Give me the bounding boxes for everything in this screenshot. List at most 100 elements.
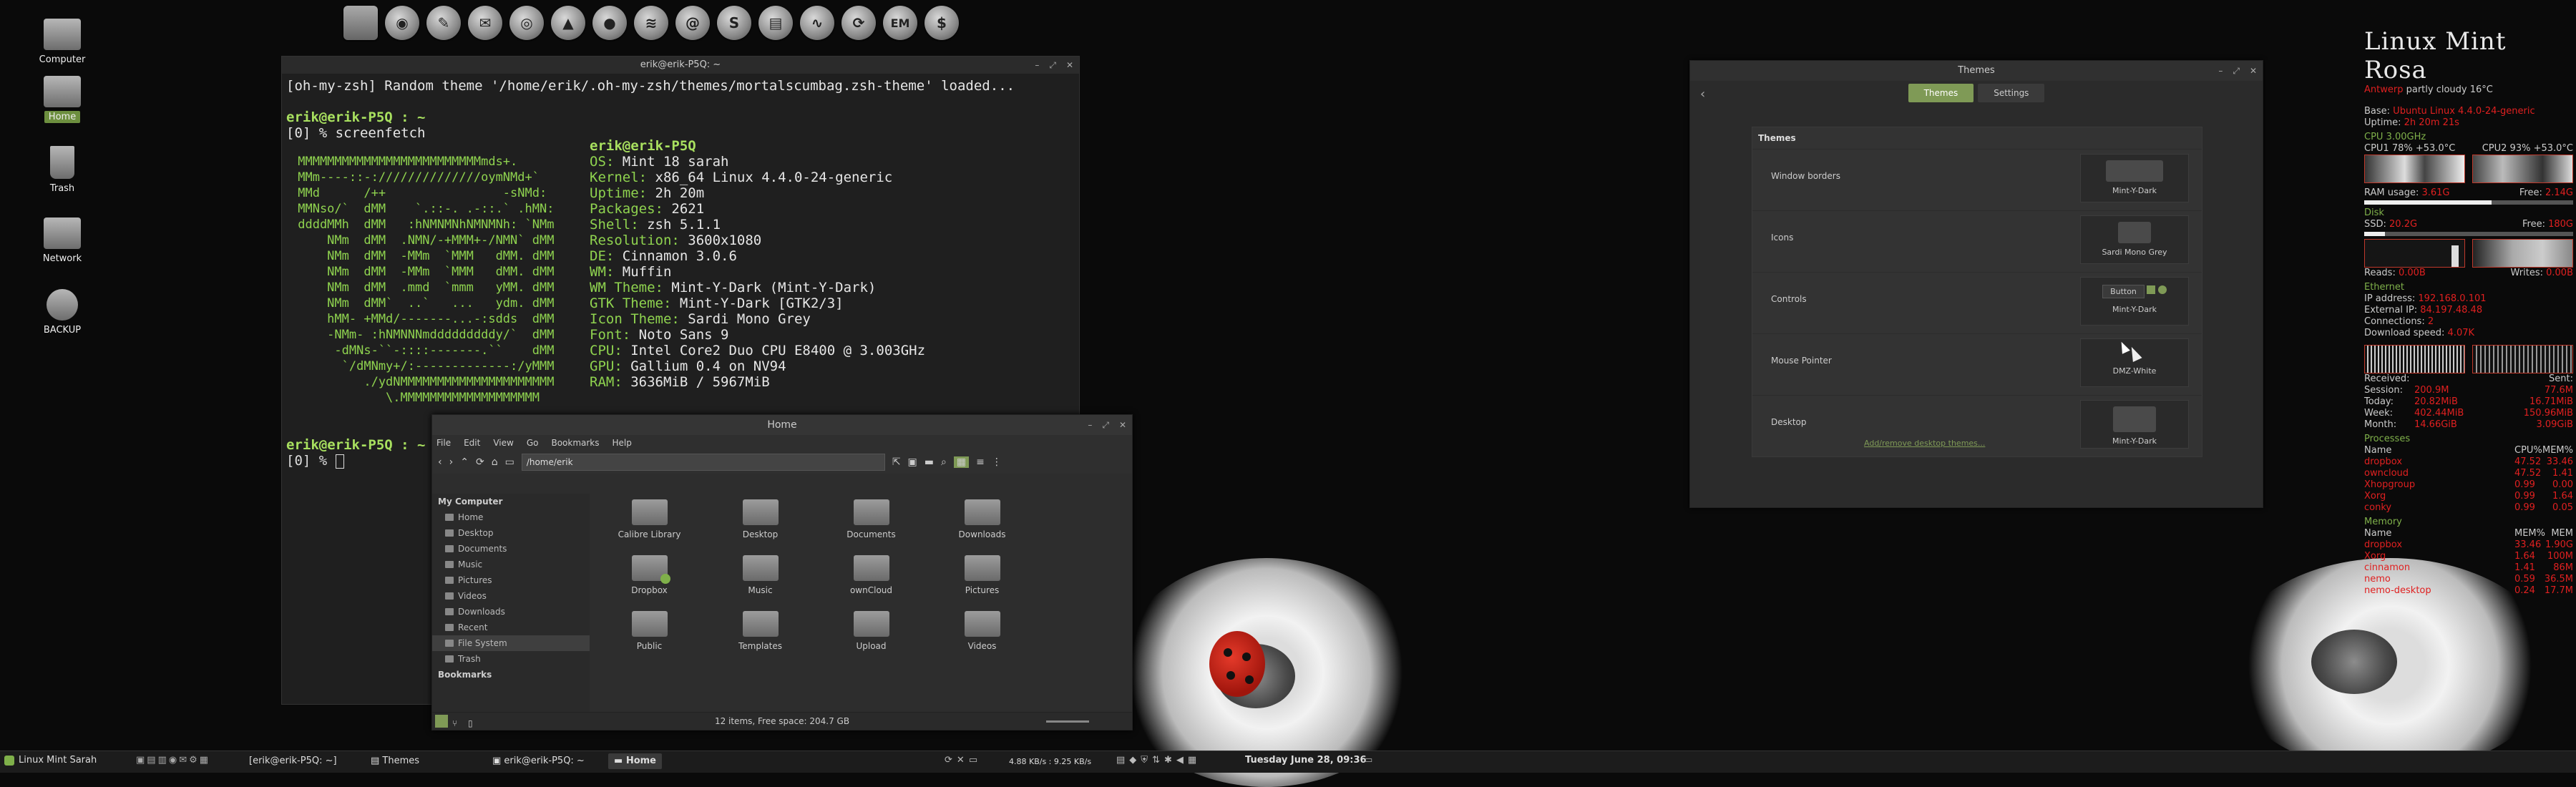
calendar-icon[interactable]: ▦ (1188, 755, 1201, 766)
bluetooth-icon[interactable]: ✱ (1164, 755, 1176, 766)
theme-chooser-button[interactable]: Button Mint-Y-Dark (2080, 277, 2189, 326)
desktop-icon-network[interactable]: Network (23, 217, 102, 264)
computer-icon[interactable]: ▭ (505, 456, 514, 468)
sidebar-hide-icon[interactable]: ▯ (468, 715, 473, 732)
sidebar-tree-icon[interactable]: ⑂ (452, 715, 457, 732)
folder-item[interactable]: Downloads (927, 494, 1038, 549)
add-remove-desktop-themes-link[interactable]: Add/remove desktop themes... (1864, 439, 1985, 448)
sidebar-places-icon[interactable] (435, 715, 448, 728)
folder-item[interactable]: ownCloud (816, 549, 927, 605)
close-icon[interactable]: ✕ (957, 755, 969, 766)
clock[interactable]: Tuesday June 28, 09:36 (1245, 755, 1367, 766)
folder-item[interactable]: Upload (816, 605, 927, 661)
maximize-icon[interactable]: ⤢ (1102, 415, 1109, 435)
back-icon[interactable]: ‹ (438, 456, 442, 468)
thunderbird-icon[interactable]: ✉ (468, 6, 502, 40)
volume-icon[interactable]: ◀ (1176, 755, 1188, 766)
chrome-icon[interactable]: ◎ (509, 6, 544, 40)
menu-file[interactable]: File (436, 438, 451, 448)
firefox-icon[interactable]: ◉ (385, 6, 419, 40)
terminal-icon[interactable]: ▥ (158, 755, 169, 766)
folder-item[interactable]: Music (705, 549, 816, 605)
show-desktop-icon[interactable]: ▣ (136, 755, 147, 766)
sidebar-item-documents[interactable]: Documents (432, 541, 590, 557)
zoom-slider[interactable] (1046, 720, 1089, 723)
firefox-icon[interactable]: ◉ (169, 755, 179, 766)
maximize-icon[interactable]: ⤢ (1049, 57, 1056, 74)
network-speed[interactable]: 4.88 KB/s : 9.25 KB/s (1009, 757, 1091, 766)
folder-item[interactable]: Dropbox (594, 549, 705, 605)
camera-icon[interactable]: ● (592, 6, 627, 40)
close-icon[interactable]: ✕ (2250, 61, 2257, 81)
compact-view-icon[interactable]: ⋮ (992, 456, 1002, 468)
calculator-icon[interactable]: $ (924, 6, 959, 40)
terminal-titlebar[interactable]: erik@erik-P5Q: ~ – ⤢ ✕ (282, 57, 1079, 74)
tab-settings[interactable]: Settings (1978, 84, 2045, 102)
email-icon[interactable]: @ (675, 6, 710, 40)
menu-bookmarks[interactable]: Bookmarks (551, 438, 599, 448)
reload-icon[interactable]: ⟳ (476, 456, 484, 468)
sidebar-item-trash[interactable]: Trash (432, 651, 590, 667)
themes-titlebar[interactable]: Themes – ⤢ ✕ (1690, 61, 2263, 81)
shotwell-icon[interactable]: S (717, 6, 751, 40)
em-icon[interactable]: EM (883, 6, 917, 40)
icon-view-icon[interactable]: ▦ (953, 456, 970, 468)
menu-view[interactable]: View (493, 438, 513, 448)
vlc-icon[interactable]: ▲ (551, 6, 585, 40)
menu-edit[interactable]: Edit (464, 438, 480, 448)
theme-chooser-button[interactable]: DMZ-White (2080, 338, 2189, 387)
display-icon[interactable]: ▭ (969, 755, 982, 766)
task-home[interactable]: ▬ Home (608, 753, 662, 769)
files-icon[interactable]: ▤ (147, 755, 157, 766)
sidebar-item-file-system[interactable]: File System (432, 635, 590, 651)
desktop-icon-trash[interactable]: Trash (23, 146, 102, 194)
settings-icon[interactable]: ⚙ (189, 755, 200, 766)
home-icon[interactable]: ⌂ (492, 456, 498, 468)
dropbox-icon[interactable]: ◆ (1129, 755, 1141, 766)
minimize-icon[interactable]: – (2218, 61, 2223, 81)
email-icon[interactable]: ✉ (179, 755, 189, 766)
desktop-icon-backup[interactable]: BACKUP (23, 289, 102, 336)
close-icon[interactable]: ✕ (1066, 57, 1073, 74)
spotify-icon[interactable]: ≋ (634, 6, 668, 40)
system-monitor-icon[interactable]: ∿ (800, 6, 834, 40)
location-bar[interactable]: /home/erik (521, 454, 885, 471)
desktop-icon-computer[interactable]: Computer (23, 19, 102, 65)
file-manager-titlebar[interactable]: Home – ⤢ ✕ (432, 415, 1132, 435)
folder-item[interactable]: Desktop (705, 494, 816, 549)
desktop-icon-home[interactable]: Home (23, 76, 102, 123)
theme-chooser-button[interactable]: Sardi Mono Grey (2080, 215, 2189, 264)
task-themes[interactable]: ▤ Themes (365, 753, 425, 769)
maximize-icon[interactable]: ⤢ (2233, 61, 2240, 81)
sidebar-item-desktop[interactable]: Desktop (432, 525, 590, 541)
folder-item[interactable]: Calibre Library (594, 494, 705, 549)
menu-button[interactable]: Linux Mint Sarah (4, 755, 97, 766)
task-terminal-1[interactable]: [erik@erik-P5Q: ~] (243, 753, 343, 769)
sidebar-item-home[interactable]: Home (432, 509, 590, 525)
book-icon[interactable]: ▤ (758, 6, 793, 40)
theme-chooser-button[interactable]: Mint-Y-Dark (2080, 154, 2189, 202)
themes-window[interactable]: Themes – ⤢ ✕ ‹ Themes Settings Themes Wind… (1689, 60, 2263, 508)
sidebar-bookmarks-header[interactable]: Bookmarks (432, 667, 590, 683)
sidebar-item-downloads[interactable]: Downloads (432, 604, 590, 620)
menu-go[interactable]: Go (527, 438, 539, 448)
files-icon[interactable] (343, 6, 378, 40)
folder-item[interactable]: Documents (816, 494, 927, 549)
updates-icon[interactable]: ⛨ (1141, 755, 1152, 766)
sidebar-item-music[interactable]: Music (432, 557, 590, 572)
tab-themes[interactable]: Themes (1908, 84, 1974, 102)
folder-item[interactable]: Templates (705, 605, 816, 661)
new-folder-icon[interactable]: ▬ (924, 456, 934, 468)
folder-item[interactable]: Pictures (927, 549, 1038, 605)
toggle-location-icon[interactable]: ⇱ (892, 456, 901, 468)
keyboard-icon[interactable]: ▤ (1116, 755, 1129, 766)
window-list-icon[interactable]: ▭ (1364, 755, 1372, 766)
folder-item[interactable]: Videos (927, 605, 1038, 661)
minimize-icon[interactable]: – (1035, 57, 1039, 74)
network-icon[interactable]: ⇅ (1152, 755, 1164, 766)
sidebar-item-recent[interactable]: Recent (432, 620, 590, 635)
sidebar-item-pictures[interactable]: Pictures (432, 572, 590, 588)
settings-icon[interactable]: ⟳ (841, 6, 876, 40)
sync-icon[interactable]: ⟳ (945, 755, 957, 766)
open-terminal-icon[interactable]: ▣ (908, 456, 917, 468)
